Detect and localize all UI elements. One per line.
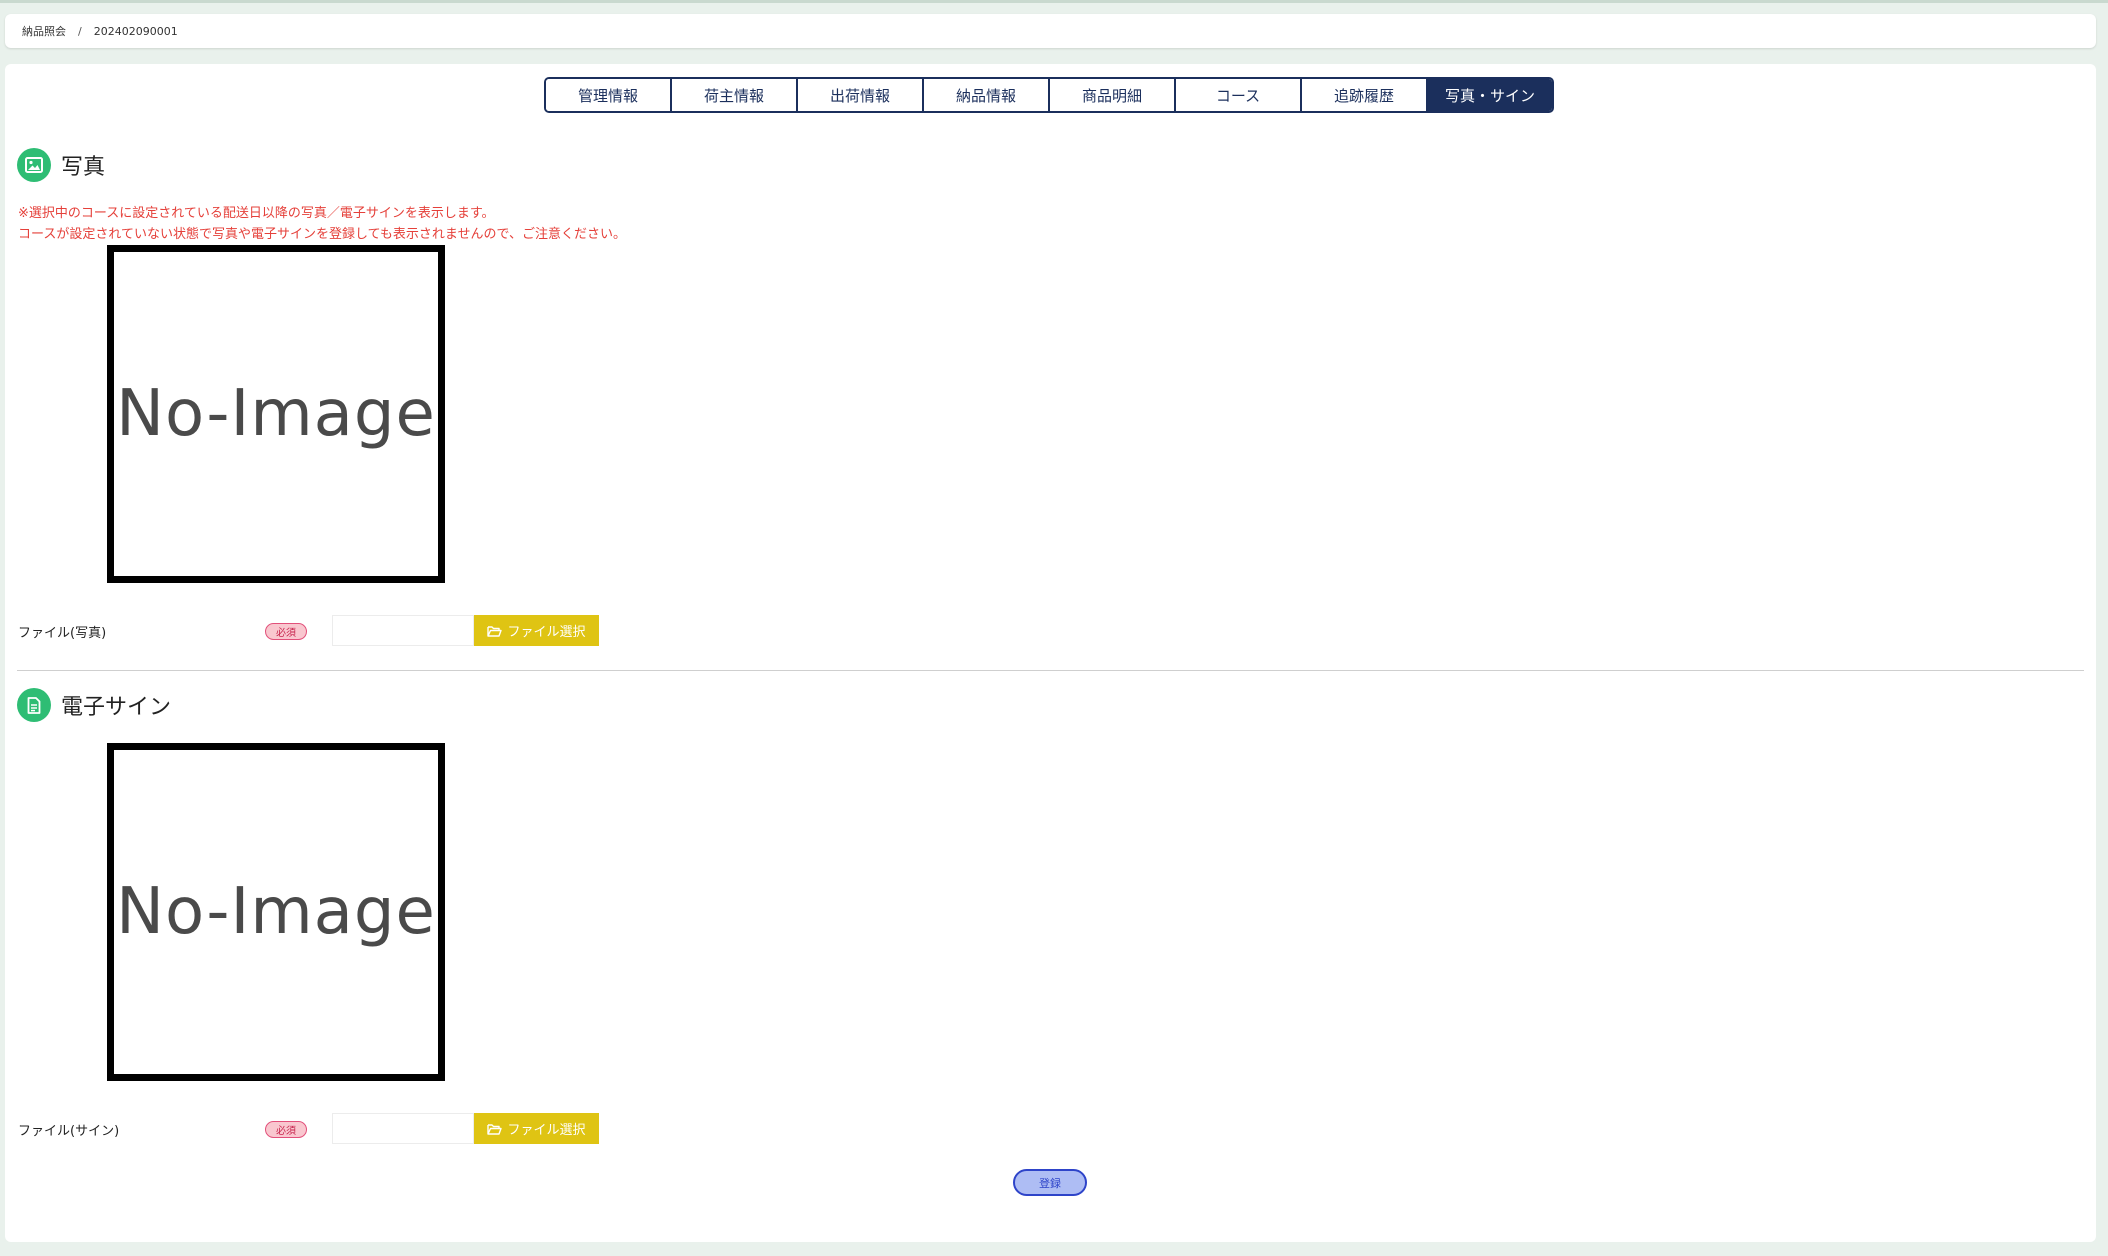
sign-placeholder-text: No-Image bbox=[116, 875, 436, 949]
required-badge: 必須 bbox=[265, 1121, 307, 1138]
document-icon bbox=[17, 688, 51, 722]
tab-management-info[interactable]: 管理情報 bbox=[546, 79, 672, 111]
tab-course[interactable]: コース bbox=[1176, 79, 1302, 111]
photo-file-row: ファイル(写真) 必須 ファイル選択 bbox=[18, 615, 618, 647]
sign-file-label: ファイル(サイン) bbox=[18, 1124, 120, 1139]
breadcrumb-current: 202402090001 bbox=[93, 24, 178, 38]
breadcrumb: 納品照会 / 202402090001 bbox=[5, 14, 2096, 48]
photo-placeholder: No-Image bbox=[107, 245, 445, 583]
tab-photo-sign[interactable]: 写真・サイン bbox=[1428, 79, 1552, 111]
tab-bar: 管理情報 荷主情報 出荷情報 納品情報 商品明細 コース 追跡履歴 写真・サイン bbox=[544, 77, 1554, 113]
photo-notice: ※選択中のコースに設定されている配送日以降の写真／電子サインを表示します。 コー… bbox=[18, 203, 626, 245]
tab-shipper-info[interactable]: 荷主情報 bbox=[672, 79, 798, 111]
photo-file-select-label: ファイル選択 bbox=[507, 625, 586, 640]
photo-placeholder-text: No-Image bbox=[116, 377, 436, 451]
top-edge-line bbox=[0, 0, 2108, 3]
sign-section-header: 電子サイン bbox=[17, 688, 171, 722]
sign-file-input[interactable] bbox=[332, 1113, 474, 1144]
photo-file-select-button[interactable]: ファイル選択 bbox=[474, 615, 599, 646]
breadcrumb-separator: / bbox=[78, 24, 82, 38]
sign-placeholder: No-Image bbox=[107, 743, 445, 1081]
photo-file-label: ファイル(写真) bbox=[18, 626, 107, 641]
tab-product-details[interactable]: 商品明細 bbox=[1050, 79, 1176, 111]
main-card: 管理情報 荷主情報 出荷情報 納品情報 商品明細 コース 追跡履歴 写真・サイン… bbox=[5, 64, 2096, 1242]
tab-delivery-info[interactable]: 納品情報 bbox=[924, 79, 1050, 111]
required-badge: 必須 bbox=[265, 623, 307, 640]
notice-line-2: コースが設定されていない状態で写真や電子サインを登録しても表示されませんので、ご… bbox=[18, 227, 627, 242]
sign-file-row: ファイル(サイン) 必須 ファイル選択 bbox=[18, 1113, 618, 1145]
breadcrumb-parent-link[interactable]: 納品照会 bbox=[22, 23, 66, 39]
register-button[interactable]: 登録 bbox=[1013, 1169, 1087, 1196]
sign-section-title: 電子サイン bbox=[61, 695, 172, 720]
photo-section-title: 写真 bbox=[61, 155, 106, 180]
sign-file-select-label: ファイル選択 bbox=[507, 1123, 586, 1138]
photo-section-header: 写真 bbox=[17, 148, 105, 182]
folder-open-icon bbox=[487, 1123, 503, 1135]
tab-tracking-history[interactable]: 追跡履歴 bbox=[1302, 79, 1428, 111]
folder-open-icon bbox=[487, 625, 503, 637]
photo-file-input[interactable] bbox=[332, 615, 474, 646]
tab-shipping-info[interactable]: 出荷情報 bbox=[798, 79, 924, 111]
section-divider bbox=[17, 670, 2084, 671]
sign-file-select-button[interactable]: ファイル選択 bbox=[474, 1113, 599, 1144]
image-icon bbox=[17, 148, 51, 182]
notice-line-1: ※選択中のコースに設定されている配送日以降の写真／電子サインを表示します。 bbox=[18, 206, 495, 221]
